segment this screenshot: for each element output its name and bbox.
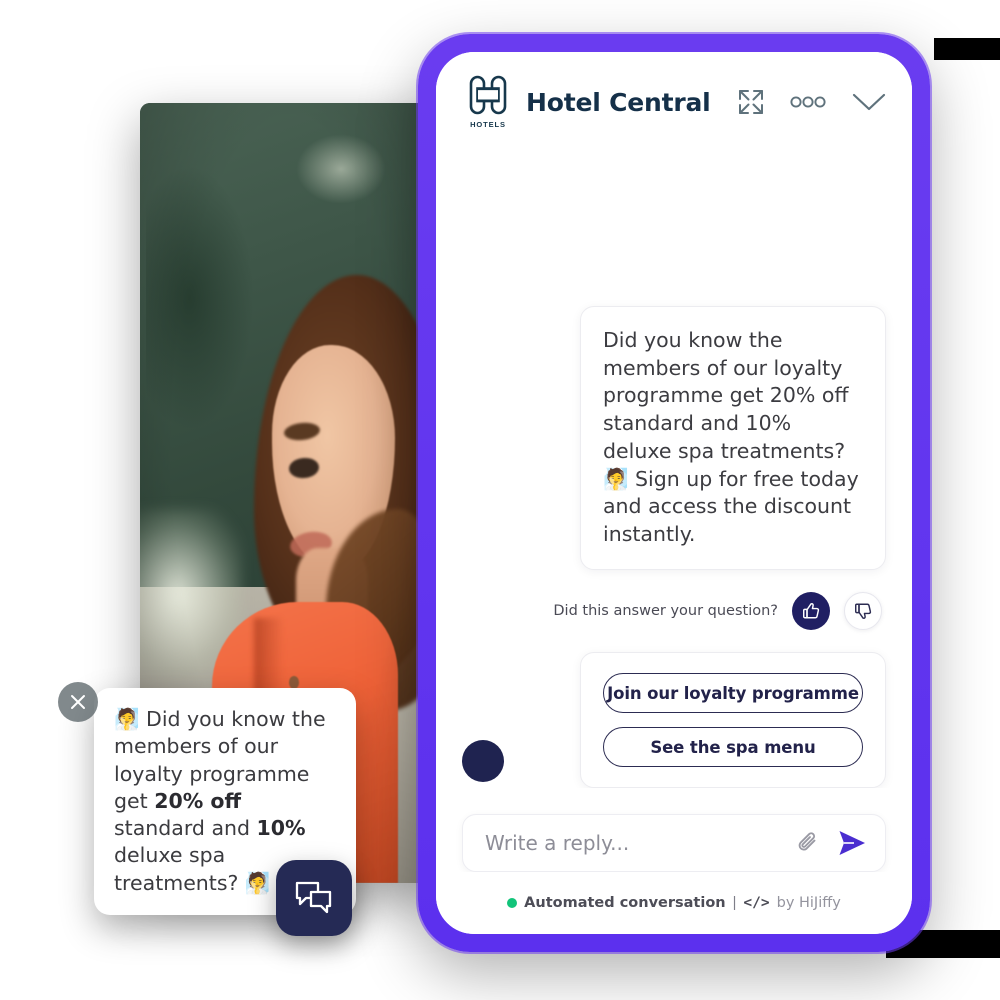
screenshot-stage: 🧖 Did you know the members of our loyalt… [0, 0, 1000, 1000]
proactive-text-mid: standard and [114, 816, 257, 840]
chevron-down-icon [852, 93, 886, 111]
send-icon [839, 831, 865, 855]
composer [462, 814, 886, 872]
thumbs-up-button[interactable] [792, 592, 830, 630]
expand-icon [739, 90, 763, 114]
proactive-bold-1: 20% off [154, 788, 242, 813]
attach-button[interactable] [795, 830, 821, 856]
hotel-h-logo-icon: HOTELS [466, 73, 510, 131]
chat-launcher-button[interactable] [276, 860, 352, 936]
thumbs-down-button[interactable] [844, 592, 882, 630]
thumbs-up-icon [803, 603, 820, 619]
feedback-row: Did this answer your question? [462, 592, 886, 630]
shadow-artifact-top-right [934, 38, 1000, 60]
proactive-text-suffix: deluxe spa treatments? 🧖 [114, 843, 271, 895]
widget-footer: Automated conversation | </> by HiJiffy [436, 872, 912, 934]
composer-wrapper [436, 788, 912, 872]
chat-bubbles-icon [295, 881, 332, 914]
expand-button[interactable] [738, 89, 764, 115]
code-icon: </> [743, 895, 770, 911]
status-badge [507, 898, 518, 908]
footer-attribution: by HiJiffy [776, 895, 841, 911]
close-notification-button[interactable] [58, 682, 98, 722]
minimize-button[interactable] [852, 92, 886, 112]
quick-reply-join-loyalty-programme[interactable]: Join our loyalty programme [603, 673, 863, 713]
more-options-button[interactable] [790, 95, 826, 109]
bot-message-bubble: Did you know the members of our loyalty … [580, 305, 886, 570]
chat-widget: HOTELS Hotel Central Did you know the me… [436, 52, 912, 934]
widget-header: HOTELS Hotel Central [436, 52, 912, 152]
quick-reply-see-spa-menu[interactable]: See the spa menu [603, 727, 863, 767]
phone-frame: HOTELS Hotel Central Did you know the me… [418, 34, 930, 952]
footer-separator: | [732, 895, 737, 911]
feedback-label: Did this answer your question? [553, 603, 778, 619]
send-button[interactable] [837, 829, 867, 857]
avatar [462, 740, 504, 782]
paperclip-icon [798, 832, 816, 851]
bot-message-row: Did you know the members of our loyalty … [462, 305, 886, 570]
logo-caption: HOTELS [470, 120, 506, 129]
quick-reply-card: Join our loyalty programme See the spa m… [580, 652, 886, 788]
thumbs-down-icon [855, 603, 872, 619]
reply-input[interactable] [485, 831, 795, 855]
close-icon [71, 695, 85, 709]
page-title: Hotel Central [526, 87, 711, 117]
header-actions [738, 89, 886, 115]
proactive-bold-2: 10% [256, 816, 306, 840]
more-horizontal-icon [790, 96, 826, 108]
footer-status-text: Automated conversation [524, 895, 726, 911]
conversation-area: Did you know the members of our loyalty … [436, 152, 912, 788]
quick-reply-row: Join our loyalty programme See the spa m… [462, 652, 886, 788]
